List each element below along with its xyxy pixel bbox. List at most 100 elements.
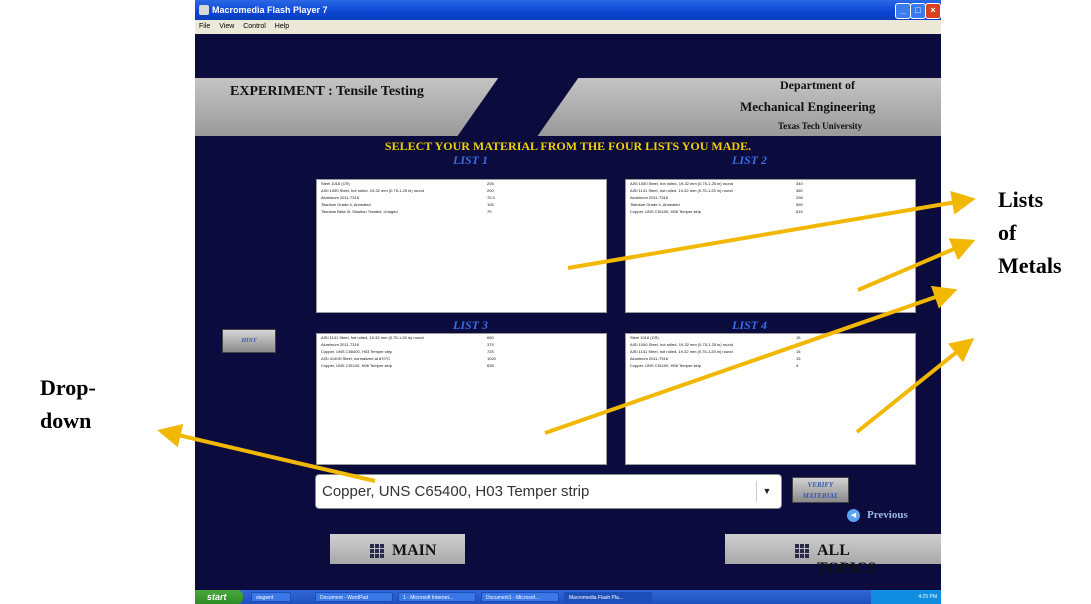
- list-item[interactable]: Aluminum 2011-T316 379: [317, 341, 606, 348]
- material-value: 15: [796, 335, 801, 340]
- taskbar-item-active[interactable]: Macromedia Flash Pla...: [564, 592, 652, 602]
- material-value: 205: [487, 181, 494, 186]
- menu-help[interactable]: Help: [275, 23, 289, 30]
- material-name: Copper, UNS C51100, H06 Temper strip: [630, 363, 701, 368]
- taskbar-item[interactable]: Document - WordPad: [315, 592, 393, 602]
- start-button[interactable]: start: [195, 590, 243, 604]
- material-name: Copper, UNS C65400, H03 Temper strip: [321, 349, 393, 354]
- previous-label: Previous: [867, 509, 908, 521]
- annotation-lists-of-metals: Lists of Metals: [998, 183, 1088, 282]
- hint-button[interactable]: HINT: [222, 329, 276, 353]
- list-item[interactable]: Copper, UNS C65400, H03 Temper strip 725: [317, 348, 606, 355]
- department-line-2: Mechanical Engineering: [740, 99, 876, 114]
- list-3-label: LIST 3: [453, 318, 489, 332]
- previous-arrow-icon: ◀: [847, 509, 860, 522]
- list-item[interactable]: AISI 4140H Steel, normalized at 870°C 102…: [317, 355, 606, 362]
- list-item[interactable]: AISI 1050 Steel, hot rolled, 19-32 mm (0…: [626, 180, 915, 187]
- list-item[interactable]: Aluminum 2011-T316 70.3: [317, 194, 606, 201]
- maximize-button[interactable]: □: [910, 3, 926, 19]
- list-item[interactable]: Titanium Grade 4, Annealed 105: [317, 201, 606, 208]
- material-value: 379: [487, 342, 494, 347]
- material-name: Aluminum 2011-T316: [630, 195, 668, 200]
- verify-label-line-2: MATERIAL: [802, 492, 839, 500]
- list-1-label: LIST 1: [453, 153, 489, 167]
- material-name: Copper, UNS C51100, H06 Temper strip: [630, 209, 701, 214]
- system-tray: 4:25 PM: [871, 590, 941, 604]
- annotation-line: of: [998, 220, 1017, 245]
- main-label: MAIN: [392, 542, 437, 559]
- material-value: 615: [796, 209, 803, 214]
- all-topics-label: ALL TOPICS: [817, 542, 877, 577]
- material-name: Titanium Grade 4, Annealed: [630, 202, 680, 207]
- grid-icon: [370, 544, 386, 558]
- material-list-2[interactable]: AISI 1050 Steel, hot rolled, 19-32 mm (0…: [625, 179, 916, 313]
- list-item[interactable]: Copper, UNS C51100, H06 Temper strip 615: [626, 208, 915, 215]
- material-name: Titanium Grade 4, Annealed: [321, 202, 371, 207]
- material-name: AISI 1050 Steel, hot rolled, 19-32 mm (0…: [630, 342, 733, 347]
- window-title: Macromedia Flash Player 7: [212, 5, 328, 15]
- list-item[interactable]: Steel 1018 (CR) 15: [626, 334, 915, 341]
- material-value: 4: [796, 363, 799, 368]
- dropdown-arrow-icon[interactable]: ▼: [756, 481, 777, 502]
- flash-player-window: Macromedia Flash Player 7 _ □ × File Vie…: [195, 0, 941, 604]
- material-value: 725: [487, 349, 494, 354]
- taskbar: start stagwnt Document - WordPad 1 - Mic…: [195, 590, 941, 604]
- material-value: 635: [487, 363, 494, 368]
- material-name: AISI 1141 Steel, hot rolled, 19-32 mm (0…: [630, 188, 733, 193]
- list-item[interactable]: Titanium Beta III, Solution Treated, Una…: [317, 208, 606, 215]
- annotation-line: Lists: [998, 187, 1044, 212]
- taskbar-item[interactable]: stagwnt: [251, 592, 291, 602]
- material-value: 590: [796, 202, 803, 207]
- list-4-label: LIST 4: [732, 318, 768, 332]
- menu-control[interactable]: Control: [243, 23, 266, 30]
- grid-icon: [795, 544, 811, 558]
- material-name: Copper, UNS C51100, H06 Temper strip: [321, 363, 392, 368]
- material-list-1[interactable]: Steel 1018 (CR) 205 AISI 1050 Steel, hot r…: [316, 179, 607, 313]
- list-item[interactable]: AISI 1141 Steel, hot rolled, 19-32 mm (0…: [626, 187, 915, 194]
- taskbar-item[interactable]: Document1 - Microsof...: [481, 592, 559, 602]
- list-item[interactable]: Steel 1018 (CR) 205: [317, 180, 606, 187]
- menu-view[interactable]: View: [219, 23, 234, 30]
- footer-divider: [465, 534, 725, 564]
- list-item[interactable]: Copper, UNS C51100, H06 Temper strip 4: [626, 362, 915, 369]
- material-name: Steel 1018 (CR): [630, 335, 659, 340]
- material-value: 650: [487, 335, 494, 340]
- material-name: AISI 1050 Steel, hot rolled, 19-32 mm (0…: [630, 181, 733, 186]
- annotation-line: down: [40, 408, 92, 433]
- clock: 4:25 PM: [918, 594, 937, 600]
- list-item[interactable]: Copper, UNS C51100, H06 Temper strip 635: [317, 362, 606, 369]
- material-name: Titanium Beta III, Solution Treated, Una…: [321, 209, 398, 214]
- material-name: Aluminum 2011-T316: [321, 195, 359, 200]
- material-name: AISI 4140H Steel, normalized at 870°C: [321, 356, 391, 361]
- menu-file[interactable]: File: [199, 23, 210, 30]
- material-name: Steel 1018 (CR): [321, 181, 350, 186]
- material-value: 70.3: [487, 195, 495, 200]
- material-name: Aluminum 2011-T316: [630, 356, 668, 361]
- material-list-3[interactable]: AISI 1141 Steel, hot rolled, 19-32 mm (0…: [316, 333, 607, 465]
- dropdown-selected-value: Copper, UNS C65400, H03 Temper strip: [322, 483, 590, 500]
- material-value: 105: [487, 202, 494, 207]
- close-button[interactable]: ×: [925, 3, 941, 19]
- department-line-1: Department of: [780, 78, 855, 92]
- list-item[interactable]: AISI 1141 Steel, hot rolled, 19-32 mm (0…: [626, 348, 915, 355]
- title-bar: Macromedia Flash Player 7 _ □ ×: [195, 0, 941, 20]
- minimize-button[interactable]: _: [895, 3, 911, 19]
- list-item[interactable]: AISI 1050 Steel, hot rolled, 19-32 mm (0…: [317, 187, 606, 194]
- list-item[interactable]: Titanium Grade 4, Annealed 590: [626, 201, 915, 208]
- material-value: 200: [487, 188, 494, 193]
- material-value: 340: [796, 181, 803, 186]
- material-name: Aluminum 2011-T316: [321, 342, 359, 347]
- material-value: 15: [796, 356, 801, 361]
- list-item[interactable]: Aluminum 2011-T316 296: [626, 194, 915, 201]
- material-list-4[interactable]: Steel 1018 (CR) 15 AISI 1050 Steel, hot ro…: [625, 333, 916, 465]
- list-2-label: LIST 2: [732, 153, 768, 167]
- verify-material-button[interactable]: VERIFY MATERIAL: [792, 477, 849, 503]
- material-dropdown[interactable]: Copper, UNS C65400, H03 Temper strip ▼: [315, 474, 782, 509]
- list-item[interactable]: AISI 1141 Steel, hot rolled, 19-32 mm (0…: [317, 334, 606, 341]
- list-item[interactable]: AISI 1050 Steel, hot rolled, 19-32 mm (0…: [626, 341, 915, 348]
- taskbar-item[interactable]: 1 - Microsoft Internet...: [398, 592, 476, 602]
- material-value: 296: [796, 195, 803, 200]
- menu-bar: File View Control Help: [195, 20, 941, 34]
- list-item[interactable]: Aluminum 2011-T316 15: [626, 355, 915, 362]
- annotation-line: Metals: [998, 253, 1062, 278]
